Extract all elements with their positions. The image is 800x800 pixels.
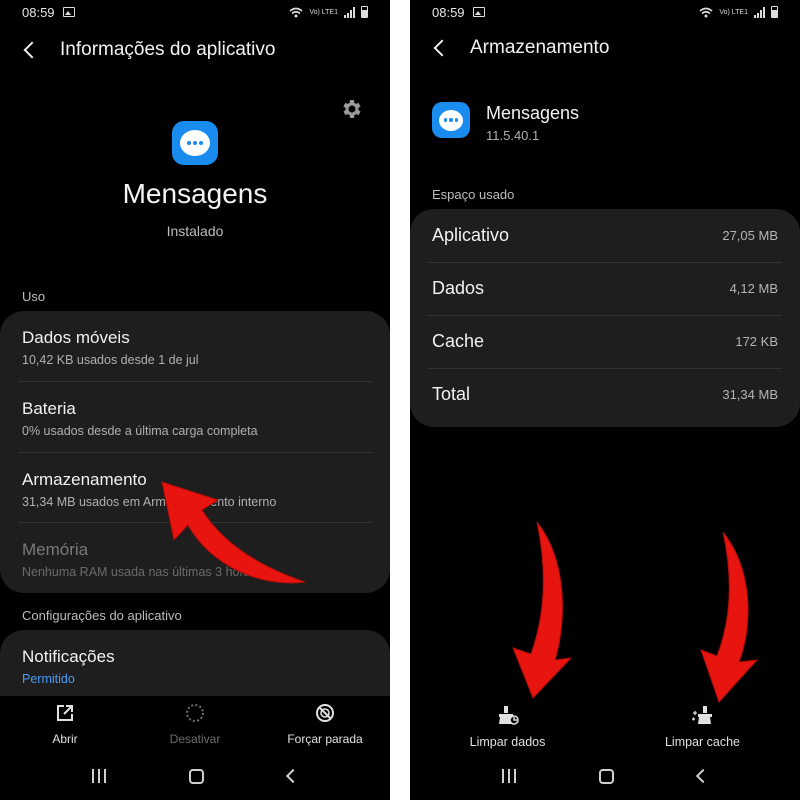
clear-cache-icon (691, 706, 712, 724)
divider (18, 522, 372, 523)
image-notification-icon (62, 7, 75, 17)
disable-icon (186, 704, 204, 722)
navigation-bar (0, 760, 390, 792)
page-title: Informações do aplicativo (60, 39, 276, 60)
app-settings-section-label: Configurações do aplicativo (22, 608, 182, 623)
force-stop-button[interactable]: Forçar parada (260, 702, 390, 756)
back-arrow-icon[interactable] (23, 41, 41, 59)
item-title: Memória (22, 540, 89, 559)
storage-value: 31,34 MB (722, 387, 778, 402)
status-bar: 08:59 Vo) LTE1 (410, 0, 800, 24)
signal-icon (344, 6, 355, 18)
status-bar: 08:59 Vo) LTE1 (0, 0, 390, 24)
app-bar: Informações do aplicativo (0, 32, 390, 68)
storage-value: 4,12 MB (729, 281, 778, 296)
app-version: 11.5.40.1 (486, 128, 540, 143)
item-title: Dados móveis (22, 328, 130, 347)
storage-value: 172 KB (735, 334, 778, 349)
usage-item-memory[interactable]: Memória Nenhuma RAM usada nas últimas 3 … (22, 540, 372, 579)
open-button[interactable]: Abrir (0, 702, 130, 756)
bottom-action-bar: Abrir Desativar Forçar parada (0, 696, 390, 756)
open-label: Abrir (52, 732, 78, 746)
usage-item-storage[interactable]: Armazenamento 31,34 MB usados em Armazen… (22, 470, 372, 509)
storage-label: Dados (432, 278, 485, 298)
usage-item-mobile-data[interactable]: Dados móveis 10,42 KB usados desde 1 de … (22, 328, 372, 367)
app-bar: Armazenamento (410, 30, 800, 66)
app-info-screen: 08:59 Vo) LTE1 Informações do aplicativo… (0, 0, 390, 800)
divider (18, 452, 372, 453)
navigation-bar (410, 760, 800, 792)
app-install-status: Instalado (166, 223, 224, 239)
item-subtitle: 0% usados desde a última carga completa (22, 424, 258, 438)
status-time: 08:59 (22, 4, 55, 20)
red-arrow-annotation (512, 521, 573, 699)
signal-icon (754, 6, 765, 18)
storage-label: Total (432, 384, 471, 404)
recent-apps-icon[interactable] (501, 769, 516, 783)
item-title: Notificações (22, 647, 115, 666)
item-title: Armazenamento (22, 470, 147, 489)
force-stop-icon (316, 704, 334, 722)
volte-lte-indicator: Vo) LTE1 (309, 8, 338, 16)
recent-apps-icon[interactable] (91, 769, 106, 783)
storage-label: Cache (432, 331, 485, 351)
notifications-item[interactable]: Notificações Permitido (22, 647, 372, 686)
battery-icon (771, 6, 778, 18)
divider (18, 381, 372, 382)
bottom-action-bar: Limpar dados Limpar cache (410, 705, 800, 749)
back-arrow-icon[interactable] (433, 39, 451, 57)
home-icon[interactable] (189, 768, 205, 784)
storage-row-data: Dados 4,12 MB (432, 262, 778, 315)
gear-icon[interactable] (340, 97, 364, 121)
item-title: Bateria (22, 399, 76, 418)
clear-cache-button[interactable]: Limpar cache (605, 705, 800, 749)
usage-card: Dados móveis 10,42 KB usados desde 1 de … (0, 311, 390, 593)
force-stop-label: Forçar parada (287, 732, 363, 746)
clear-data-button[interactable]: Limpar dados (410, 705, 605, 749)
messages-app-icon (172, 121, 218, 165)
storage-row-total: Total 31,34 MB (432, 368, 778, 421)
storage-row-cache: Cache 172 KB (432, 315, 778, 368)
clear-data-label: Limpar dados (469, 735, 546, 749)
item-subtitle: Nenhuma RAM usada nas últimas 3 horas (22, 565, 257, 579)
storage-card: Aplicativo 27,05 MB Dados 4,12 MB Cache … (410, 209, 800, 427)
wifi-icon (289, 7, 303, 17)
disable-label: Desativar (169, 732, 221, 746)
storage-row-app: Aplicativo 27,05 MB (432, 209, 778, 262)
storage-screen: 08:59 Vo) LTE1 Armazenamento Mensagens 1… (410, 0, 800, 800)
open-external-icon (57, 705, 73, 721)
storage-label: Aplicativo (432, 225, 510, 245)
item-subtitle: 31,34 MB usados em Armazenamento interno (22, 495, 277, 509)
page-title: Armazenamento (470, 37, 610, 58)
disable-button[interactable]: Desativar (130, 702, 260, 756)
battery-icon (361, 6, 368, 18)
red-arrow-annotation (700, 531, 759, 703)
back-icon[interactable] (286, 768, 301, 784)
clear-cache-label: Limpar cache (664, 735, 741, 749)
image-notification-icon (472, 7, 485, 17)
app-name: Mensagens (486, 103, 580, 123)
volte-lte-indicator: Vo) LTE1 (719, 8, 748, 16)
space-used-section-label: Espaço usado (432, 187, 515, 202)
app-name: Mensagens (122, 178, 268, 209)
status-time: 08:59 (432, 4, 465, 20)
item-subtitle: Permitido (22, 672, 75, 686)
item-subtitle: 10,42 KB usados desde 1 de jul (22, 353, 199, 367)
usage-item-battery[interactable]: Bateria 0% usados desde a última carga c… (22, 399, 372, 438)
usage-section-label: Uso (22, 289, 46, 304)
home-icon[interactable] (599, 768, 615, 784)
back-icon[interactable] (696, 768, 711, 784)
clear-data-icon (498, 706, 519, 725)
storage-value: 27,05 MB (722, 228, 778, 243)
wifi-icon (699, 7, 713, 17)
messages-app-icon (432, 102, 470, 138)
